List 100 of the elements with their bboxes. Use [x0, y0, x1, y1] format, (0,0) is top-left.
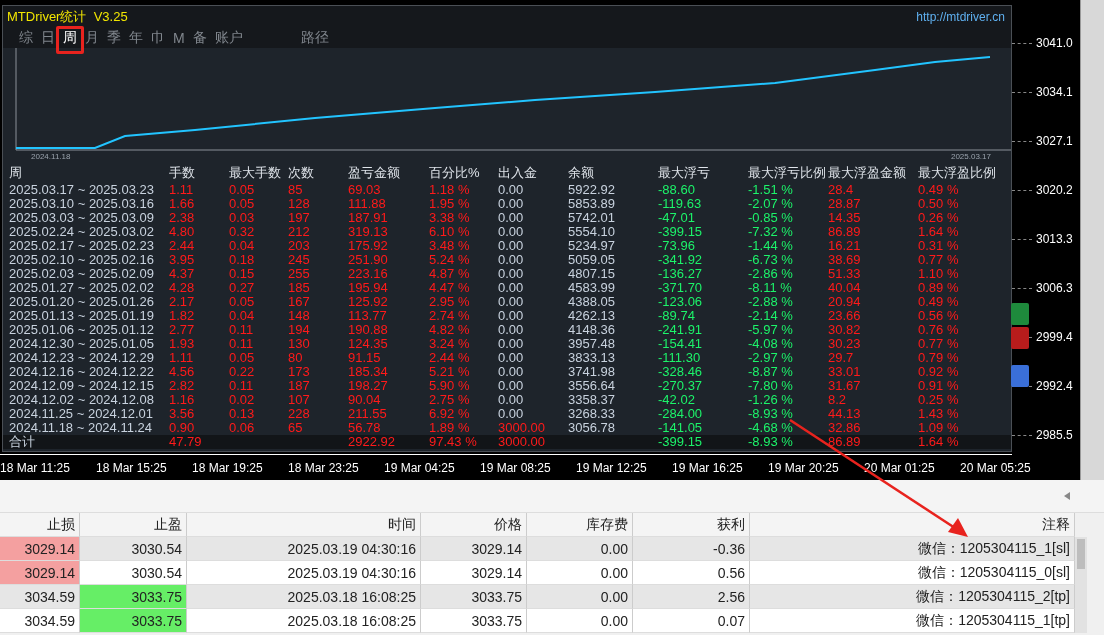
table-cell-text: 0.00	[498, 211, 525, 225]
period-tab[interactable]: 路径	[300, 29, 329, 47]
table-cell-text: 1.18 %	[429, 183, 471, 197]
panel-title: MTDriver统计 V3.25	[7, 8, 128, 26]
period-tab[interactable]: 月	[85, 29, 99, 47]
total-cell-text: 47.79	[169, 435, 203, 449]
table-cell-text: 1.82	[169, 309, 196, 323]
column-header: 手数	[169, 164, 196, 182]
total-cell-text: -399.15	[658, 435, 704, 449]
table-cell-text: 0.92 %	[918, 365, 960, 379]
table-cell-text: 2024.12.09 ~ 2024.12.15	[9, 379, 155, 393]
table-cell-text: 0.04	[229, 309, 256, 323]
table-cell-text: 0.00	[498, 253, 525, 267]
table-cell-text: 2024.12.30 ~ 2025.01.05	[9, 337, 155, 351]
period-tab[interactable]: 巾	[151, 29, 165, 47]
table-cell-text: -154.41	[658, 337, 704, 351]
caret-icon[interactable]	[1064, 492, 1070, 500]
table-cell-text: 2024.12.23 ~ 2024.12.29	[9, 351, 155, 365]
table-cell-text: 148	[288, 309, 311, 323]
time-label: 19 Mar 04:25	[384, 460, 456, 475]
table-cell-text: 65	[288, 421, 304, 435]
table-cell-text: 194	[288, 323, 311, 337]
order-cell: 2025.03.18 16:08:25	[187, 609, 421, 633]
table-cell-text: 111.88	[348, 197, 387, 211]
table-cell-text: 1.95 %	[429, 197, 471, 211]
table-cell-text: 1.11	[169, 183, 195, 197]
website-link[interactable]: http://mtdriver.cn	[916, 10, 1005, 24]
table-cell-text: -2.97 %	[748, 351, 794, 365]
time-label: 19 Mar 20:25	[768, 460, 840, 475]
price-label: 3027.1	[1036, 134, 1073, 148]
table-cell-text: 32.86	[828, 421, 862, 435]
period-tab[interactable]: 账户	[214, 29, 243, 47]
table-cell-text: 113.77	[348, 309, 388, 323]
table-cell-text: 3957.48	[568, 337, 616, 351]
table-cell-text: 4807.15	[568, 267, 616, 281]
table-cell-text: 124.35	[348, 337, 389, 351]
table-cell-text: 51.33	[828, 267, 862, 281]
price-label: 2999.4	[1036, 330, 1073, 344]
table-cell-text: -2.88 %	[748, 295, 794, 309]
table-cell-text: 125.92	[348, 295, 389, 309]
period-tab[interactable]: 日	[41, 29, 55, 47]
trade-button[interactable]	[1011, 303, 1029, 325]
table-cell-text: 3358.37	[568, 393, 616, 407]
table-cell-text: 0.05	[229, 183, 256, 197]
trade-button[interactable]	[1011, 365, 1029, 387]
table-cell-text: 2025.01.06 ~ 2025.01.12	[9, 323, 155, 337]
table-cell-text: 2024.12.16 ~ 2024.12.22	[9, 365, 155, 379]
total-cell-text: 86.89	[828, 435, 862, 449]
order-cell: 3029.14	[0, 561, 80, 585]
table-cell-text: 4262.13	[568, 309, 616, 323]
chart-end-date: 2025.03.17	[950, 152, 991, 161]
table-cell-text: 20.94	[828, 295, 862, 309]
total-cell-text: -8.93 %	[748, 435, 794, 449]
table-cell-text: 0.00	[498, 197, 525, 211]
table-cell-text: 33.01	[828, 365, 862, 379]
total-cell-text: 合计	[9, 435, 36, 449]
table-cell-text: 0.79 %	[918, 351, 960, 365]
column-header: 最大浮亏	[658, 164, 711, 182]
table-cell-text: 0.02	[229, 393, 256, 407]
table-cell-text: 0.91 %	[918, 379, 960, 393]
period-tab[interactable]: 备	[192, 29, 207, 47]
table-cell-text: 4.87 %	[429, 267, 471, 281]
table-cell-text: 211.55	[348, 407, 388, 421]
table-cell-text: 3.56	[169, 407, 196, 421]
period-tab[interactable]: 年	[129, 29, 143, 47]
table-cell-text: 5554.10	[568, 225, 616, 239]
table-cell-text: -8.87 %	[748, 365, 794, 379]
period-tab[interactable]: 周	[63, 29, 77, 47]
trade-button[interactable]	[1011, 327, 1029, 349]
table-cell-text: 29.7	[828, 351, 855, 365]
table-cell-text: 2025.03.03 ~ 2025.03.09	[9, 211, 155, 225]
table-cell-text: 4148.36	[568, 323, 616, 337]
table-cell-text: 173	[288, 365, 311, 379]
table-cell-text: 2.44 %	[429, 351, 471, 365]
time-label: 19 Mar 08:25	[480, 460, 552, 475]
table-cell-text: -284.00	[658, 407, 704, 421]
period-tab[interactable]: M	[173, 30, 185, 46]
table-cell-text: 38.69	[828, 253, 862, 267]
table-cell-text: 2024.11.25 ~ 2024.12.01	[9, 407, 154, 421]
table-cell-text: 0.00	[498, 239, 525, 253]
table-cell-text: -5.97 %	[748, 323, 794, 337]
period-tab[interactable]: 季	[107, 29, 121, 47]
table-cell-text: 28.4	[828, 183, 855, 197]
table-cell-text: 0.25 %	[918, 393, 960, 407]
table-cell-text: 187	[288, 379, 311, 393]
scrollbar[interactable]	[1075, 537, 1087, 633]
table-cell-text: 0.27	[229, 281, 256, 295]
table-cell-text: 185.34	[348, 365, 389, 379]
chart-start-date: 2024.11.18	[31, 152, 71, 161]
table-cell-text: 2025.02.10 ~ 2025.02.16	[9, 253, 155, 267]
table-cell-text: 6.92 %	[429, 407, 471, 421]
table-cell-text: 0.00	[498, 379, 525, 393]
table-cell-text: 0.13	[229, 407, 256, 421]
table-cell-text: 2.17	[169, 295, 196, 309]
table-cell-text: 0.00	[498, 267, 525, 281]
table-cell-text: 14.35	[828, 211, 862, 225]
table-cell-text: 195.94	[348, 281, 389, 295]
table-cell-text: 245	[288, 253, 311, 267]
period-tab[interactable]: 综	[19, 29, 33, 47]
table-cell-text: 69.03	[348, 183, 382, 197]
